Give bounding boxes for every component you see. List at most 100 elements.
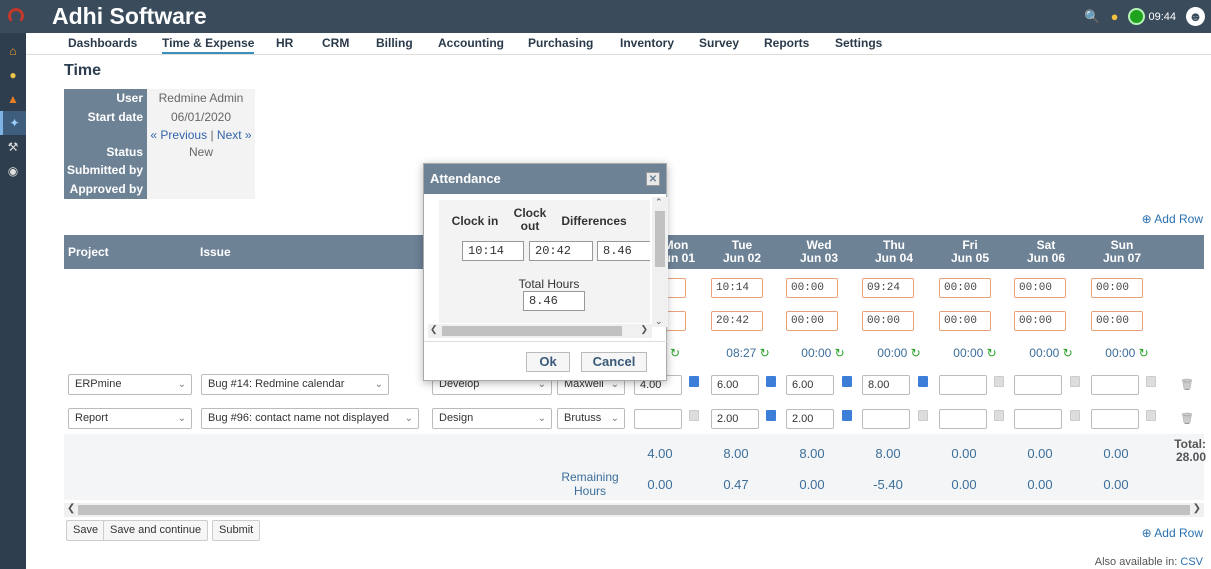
hours-sun[interactable] (1091, 375, 1139, 395)
sidebar-help-icon[interactable]: ◉ (0, 159, 26, 183)
refresh-icon[interactable]: ↻ (835, 346, 845, 360)
comment-icon[interactable] (1070, 376, 1080, 387)
menu-accounting[interactable]: Accounting (438, 36, 504, 50)
clock-in-wed[interactable]: 00:00 (786, 278, 838, 298)
hours-sun[interactable] (1091, 409, 1139, 429)
project-select[interactable]: ERPmine ⌄ (68, 374, 192, 395)
comment-icon[interactable] (766, 376, 776, 387)
scroll-thumb[interactable] (442, 326, 622, 336)
menu-reports[interactable]: Reports (764, 36, 809, 50)
scroll-right-icon[interactable]: ❯ (1193, 503, 1201, 514)
refresh-icon[interactable]: ↻ (1063, 346, 1073, 360)
clock-in-sun[interactable]: 00:00 (1091, 278, 1143, 298)
trash-icon[interactable]: 🗑 (1180, 378, 1194, 391)
comment-icon[interactable] (766, 410, 776, 421)
table-horizontal-scrollbar[interactable]: ❮ ❯ (64, 503, 1204, 517)
menu-crm[interactable]: CRM (322, 36, 349, 50)
refresh-icon[interactable]: ↻ (670, 346, 680, 360)
menu-dashboards[interactable]: Dashboards (68, 36, 137, 50)
clock-in-fri[interactable]: 00:00 (939, 278, 991, 298)
comment-icon[interactable] (994, 376, 1004, 387)
clock-widget[interactable]: 09:44 (1128, 8, 1176, 25)
comment-icon[interactable] (689, 410, 699, 421)
previous-week-link[interactable]: « Previous (150, 128, 207, 142)
user-avatar-icon[interactable]: ☻ (1186, 7, 1205, 26)
sidebar-time-icon[interactable]: ✦ (0, 111, 26, 135)
clock-out-sat[interactable]: 00:00 (1014, 311, 1066, 331)
dialog-difference-input[interactable]: 8.46 (597, 241, 650, 261)
dialog-total-hours-input[interactable]: 8.46 (523, 291, 585, 311)
clock-in-thu[interactable]: 09:24 (862, 278, 914, 298)
hours-thu[interactable]: 8.00 (862, 375, 910, 395)
csv-link[interactable]: CSV (1180, 556, 1203, 568)
clock-out-wed[interactable]: 00:00 (786, 311, 838, 331)
scroll-up-icon[interactable]: ⌃ (655, 197, 663, 208)
trash-icon[interactable]: 🗑 (1180, 412, 1194, 425)
add-row-link-top[interactable]: ⊕ Add Row (1142, 212, 1203, 226)
activity-select[interactable]: Design ⌄ (432, 408, 552, 429)
comment-icon[interactable] (1070, 410, 1080, 421)
hours-thu[interactable] (862, 409, 910, 429)
sidebar-wrench-icon[interactable]: ⚒ (0, 135, 26, 159)
menu-time-expense[interactable]: Time & Expense (162, 36, 255, 54)
clock-out-sun[interactable]: 00:00 (1091, 311, 1143, 331)
submit-button[interactable]: Submit (212, 520, 261, 541)
add-row-link-bottom[interactable]: ⊕ Add Row (1142, 526, 1203, 540)
comment-icon[interactable] (994, 410, 1004, 421)
hours-tue[interactable]: 2.00 (711, 409, 759, 429)
refresh-icon[interactable]: ↻ (760, 346, 770, 360)
next-week-link[interactable]: Next » (217, 128, 252, 142)
hours-mon[interactable] (634, 409, 682, 429)
hours-sat[interactable] (1014, 375, 1062, 395)
clock-out-fri[interactable]: 00:00 (939, 311, 991, 331)
user-select[interactable]: Brutuss ⌄ (557, 408, 625, 429)
menu-purchasing[interactable]: Purchasing (528, 36, 593, 50)
dialog-vertical-scrollbar[interactable]: ⌃ ⌄ (652, 197, 668, 327)
menu-inventory[interactable]: Inventory (620, 36, 674, 50)
clock-in-sat[interactable]: 00:00 (1014, 278, 1066, 298)
refresh-icon[interactable]: ↻ (1139, 346, 1149, 360)
scroll-thumb[interactable] (655, 211, 665, 267)
menu-settings[interactable]: Settings (835, 36, 882, 50)
hours-tue[interactable]: 6.00 (711, 375, 759, 395)
cancel-button[interactable]: Cancel (581, 352, 647, 372)
clock-out-thu[interactable]: 00:00 (862, 311, 914, 331)
dialog-clock-in-input[interactable]: 10:14 (462, 241, 524, 261)
hours-fri[interactable] (939, 409, 987, 429)
search-icon[interactable]: 🔍 (1084, 9, 1100, 25)
scroll-left-icon[interactable]: ❮ (67, 503, 75, 514)
dialog-clock-out-input[interactable]: 20:42 (529, 241, 593, 261)
scroll-down-icon[interactable]: ⌄ (655, 316, 663, 327)
menu-hr[interactable]: HR (276, 36, 293, 50)
issue-select[interactable]: Bug #14: Redmine calendar ⌄ (201, 374, 389, 395)
ok-button[interactable]: Ok (526, 352, 570, 372)
refresh-icon[interactable]: ↻ (987, 346, 997, 360)
save-button[interactable]: Save (66, 520, 106, 541)
comment-icon[interactable] (842, 410, 852, 421)
comment-icon[interactable] (1146, 410, 1156, 421)
comment-icon[interactable] (918, 410, 928, 421)
dialog-horizontal-scrollbar[interactable]: ❮ ❯ (428, 324, 652, 338)
hours-fri[interactable] (939, 375, 987, 395)
hours-sat[interactable] (1014, 409, 1062, 429)
project-select[interactable]: Report ⌄ (68, 408, 192, 429)
hours-wed[interactable]: 6.00 (786, 375, 834, 395)
save-and-continue-button[interactable]: Save and continue (103, 520, 209, 541)
close-icon[interactable]: ✕ (646, 172, 660, 186)
scroll-right-icon[interactable]: ❯ (640, 324, 648, 335)
clock-out-tue[interactable]: 20:42 (711, 311, 763, 331)
comment-icon[interactable] (918, 376, 928, 387)
clock-in-tue[interactable]: 10:14 (711, 278, 763, 298)
comment-icon[interactable] (689, 376, 699, 387)
menu-survey[interactable]: Survey (699, 36, 739, 50)
scroll-thumb[interactable] (78, 505, 1190, 515)
refresh-icon[interactable]: ↻ (911, 346, 921, 360)
apps-icon[interactable]: ● (1111, 9, 1119, 24)
comment-icon[interactable] (842, 376, 852, 387)
sidebar-user-icon[interactable]: ● (0, 63, 26, 87)
issue-select[interactable]: Bug #96: contact name not displayed ⌄ (201, 408, 419, 429)
hours-wed[interactable]: 2.00 (786, 409, 834, 429)
menu-billing[interactable]: Billing (376, 36, 413, 50)
sidebar-home-icon[interactable]: ⌂ (0, 39, 26, 63)
scroll-left-icon[interactable]: ❮ (430, 324, 438, 335)
